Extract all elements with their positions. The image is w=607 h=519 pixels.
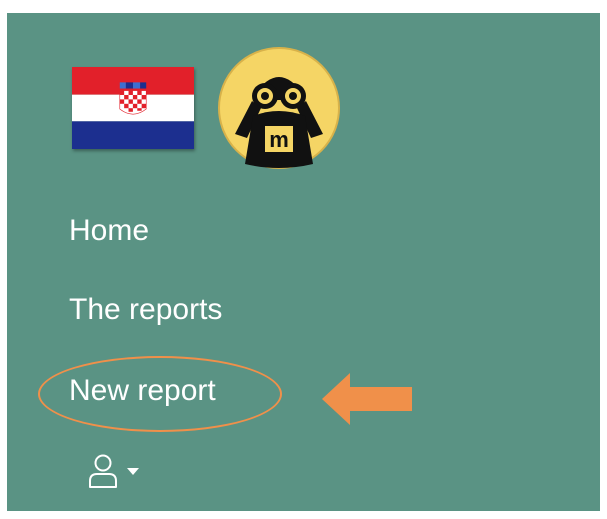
user-menu-button[interactable] [87, 453, 167, 493]
nav-item-new-report[interactable]: New report [69, 373, 329, 409]
binoculars-observer-logo-icon[interactable]: m [217, 46, 341, 170]
caret-down-icon [127, 468, 139, 475]
navbar: m Home The reports New report [7, 13, 600, 511]
left-arrow-icon [322, 373, 412, 425]
croatia-flag-icon[interactable] [72, 67, 194, 149]
nav-item-home[interactable]: Home [69, 213, 329, 249]
logo-letter: m [269, 127, 289, 152]
nav-item-the-reports[interactable]: The reports [69, 292, 329, 328]
user-icon [87, 453, 119, 489]
